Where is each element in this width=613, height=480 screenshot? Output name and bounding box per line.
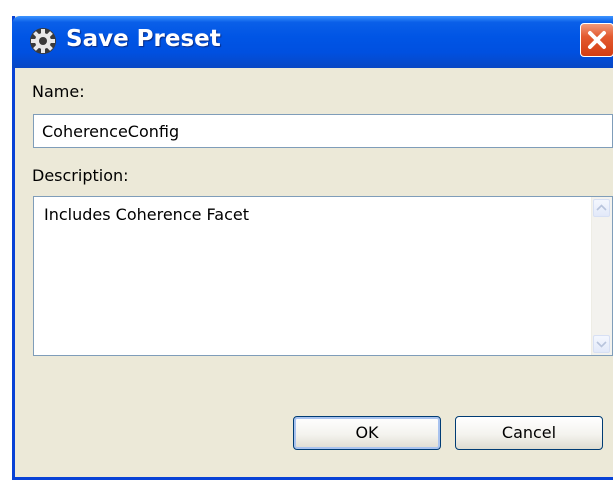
description-label: Description: (32, 166, 129, 185)
scroll-up-button[interactable] (593, 199, 610, 217)
ok-button[interactable]: OK (293, 416, 441, 450)
save-preset-dialog: Save Preset Name: Description: Includes … (12, 16, 613, 480)
arrow-up-icon (596, 204, 607, 211)
title-bar[interactable]: Save Preset (12, 16, 613, 68)
close-button[interactable] (580, 23, 613, 57)
name-input[interactable] (33, 114, 613, 148)
close-icon (588, 31, 606, 49)
cancel-button[interactable]: Cancel (455, 416, 603, 450)
name-label: Name: (32, 82, 85, 101)
description-text: Includes Coherence Facet (44, 205, 249, 224)
description-scrollbar[interactable] (591, 197, 612, 355)
dialog-title: Save Preset (66, 26, 221, 52)
scroll-down-button[interactable] (593, 335, 610, 353)
gear-icon (30, 28, 56, 54)
arrow-down-icon (596, 341, 607, 348)
description-textarea[interactable]: Includes Coherence Facet (33, 196, 613, 356)
